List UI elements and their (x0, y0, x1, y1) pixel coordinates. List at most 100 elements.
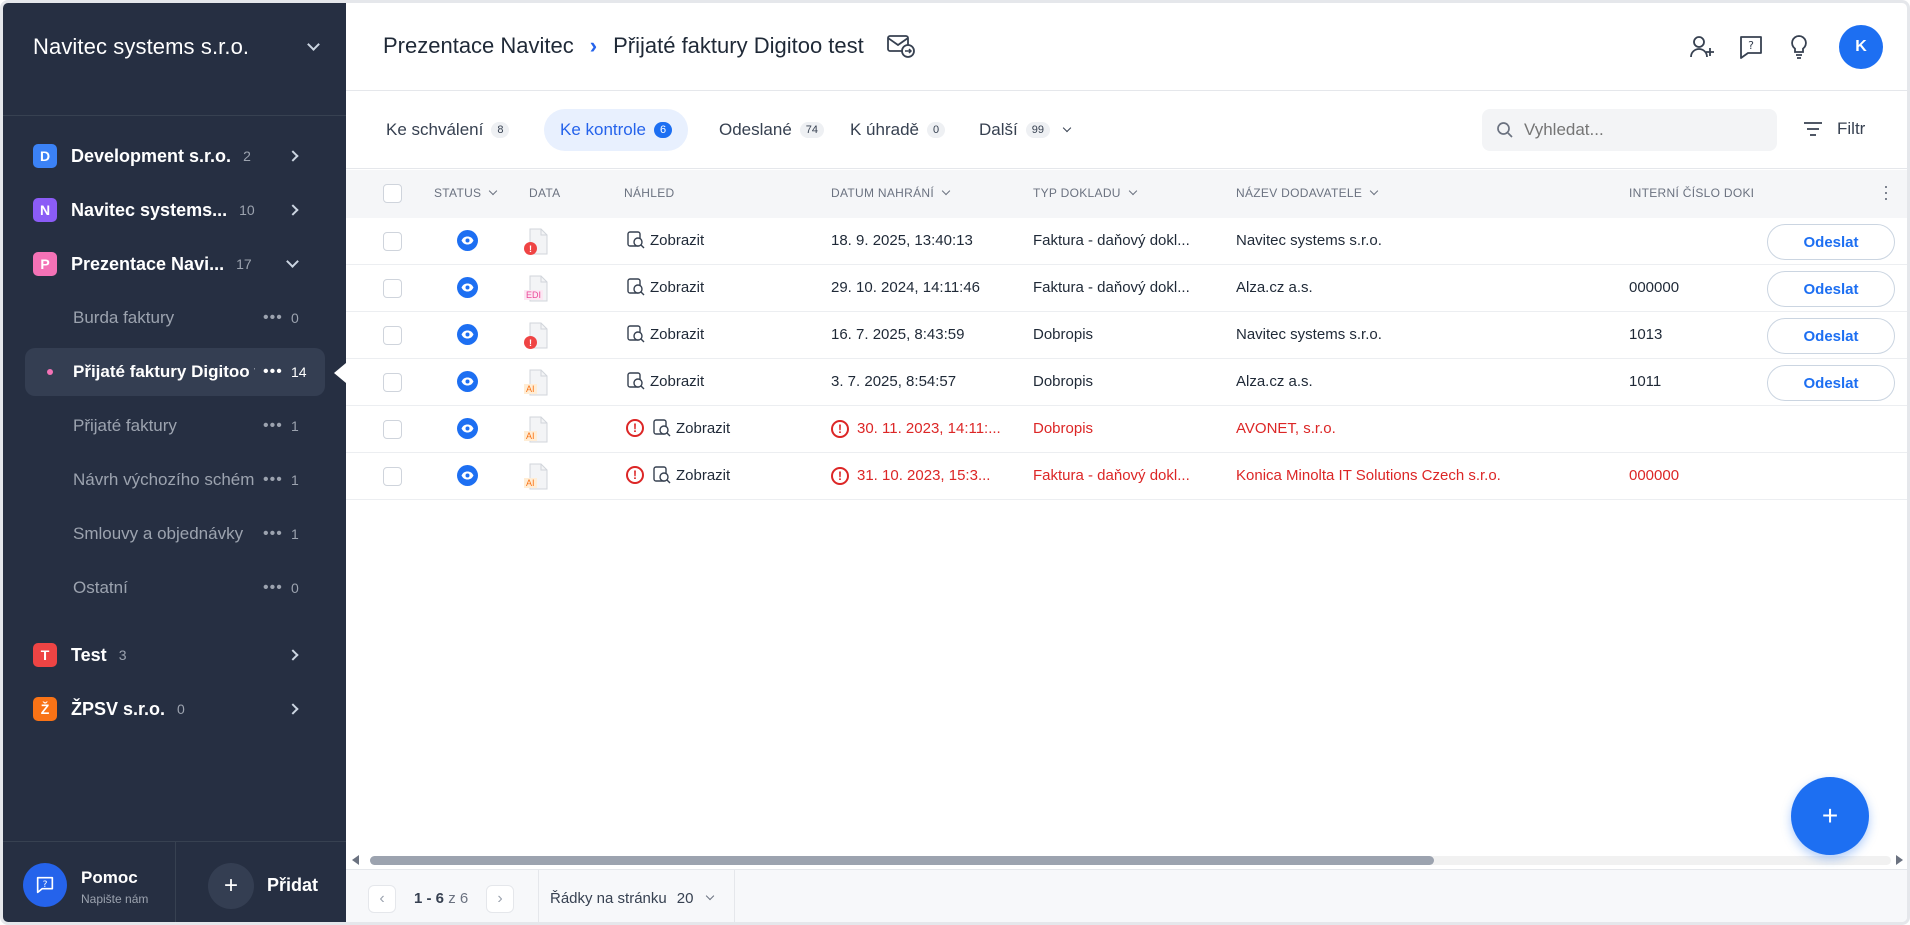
column-options-icon[interactable]: · · · (1883, 177, 1889, 207)
tab-odeslane[interactable]: Odeslané 74 (703, 109, 840, 151)
workspace-item-development[interactable]: D Development s.r.o. 2 (33, 141, 305, 171)
table-row[interactable]: ! Zobrazit 16. 7. 2025, 8:43:59 Dobropis… (346, 312, 1907, 359)
help-button[interactable]: ? (23, 863, 67, 907)
tab-ke-kontrole[interactable]: Ke kontrole 6 (544, 109, 689, 151)
scroll-left-icon[interactable] (352, 855, 359, 865)
eye-icon[interactable] (457, 277, 478, 298)
subitem-count: 1 (291, 472, 299, 488)
column-supplier[interactable]: NÁZEV DODAVATELE (1236, 186, 1379, 200)
workspace-item-zpsv[interactable]: Ž ŽPSV s.r.o. 0 (33, 694, 305, 724)
add-button[interactable]: + (208, 863, 254, 909)
next-page-button[interactable]: › (486, 885, 514, 913)
row-checkbox[interactable] (383, 420, 402, 439)
internal-number-cell: 1011 (1629, 373, 1662, 390)
send-button[interactable]: Odeslat (1767, 271, 1895, 307)
subitem-count: 0 (291, 310, 299, 326)
tab-dalsi[interactable]: Další 99 (963, 109, 1086, 151)
rows-per-page-value: 20 (676, 890, 694, 907)
send-button[interactable]: Odeslat (1767, 224, 1895, 260)
preview-link[interactable]: Zobrazit (626, 277, 704, 297)
column-status[interactable]: STATUS (434, 186, 498, 200)
subitem-count: 0 (291, 580, 299, 596)
sidebar-subitem-active[interactable]: Přijaté faktury Digitoo test ••• 14 (25, 348, 325, 396)
horizontal-scrollbar[interactable] (346, 851, 1907, 869)
sort-icon (489, 186, 498, 196)
tab-ke-schvaleni[interactable]: Ke schválení 8 (370, 109, 525, 151)
eye-icon[interactable] (457, 465, 478, 486)
create-document-fab[interactable]: + (1791, 777, 1869, 855)
sidebar-subitem[interactable]: Burda faktury ••• 0 (25, 294, 325, 342)
rows-per-page-select[interactable]: Řádky na stránku 20 (550, 890, 715, 907)
column-type[interactable]: TYP DOKLADU (1033, 186, 1138, 200)
more-options-icon[interactable]: ••• (263, 417, 283, 435)
tab-label: Ke kontrole (560, 120, 646, 139)
doc-tag: AI (524, 478, 537, 488)
lightbulb-icon[interactable] (1785, 33, 1813, 61)
more-options-icon[interactable]: ••• (263, 363, 283, 381)
workspace-badge: D (33, 144, 57, 168)
column-date[interactable]: DATUM NAHRÁNÍ (831, 186, 951, 200)
help-text[interactable]: Pomoc Napište nám (81, 868, 148, 906)
active-dot-icon (47, 369, 53, 375)
workspace-name: Development s.r.o. (71, 145, 232, 166)
prev-page-button[interactable]: ‹ (368, 885, 396, 913)
sidebar-subitem[interactable]: Smlouvy a objednávky ••• 1 (25, 510, 325, 558)
search-input[interactable] (1524, 120, 1764, 140)
table-row[interactable]: AI Zobrazit 3. 7. 2025, 8:54:57 Dobropis… (346, 359, 1907, 406)
sidebar-subitem[interactable]: Návrh výchozího schéma ••• 1 (25, 456, 325, 504)
workspace-item-prezentace[interactable]: P Prezentace Navi... 17 (33, 249, 305, 279)
select-all-checkbox[interactable] (383, 184, 402, 203)
column-internal-number[interactable]: INTERNÍ ČÍSLO DOKLADU (1629, 186, 1753, 200)
supplier-cell: Alza.cz a.s. (1236, 279, 1313, 296)
user-avatar[interactable]: K (1839, 25, 1883, 69)
row-checkbox[interactable] (383, 279, 402, 298)
add-label[interactable]: Přidat (267, 875, 318, 896)
more-options-icon[interactable]: ••• (263, 579, 283, 597)
subitem-count: 14 (291, 364, 307, 380)
add-user-icon[interactable] (1688, 33, 1716, 61)
supplier-cell: AVONET, s.r.o. (1236, 420, 1336, 437)
preview-link[interactable]: ! Zobrazit (626, 465, 730, 485)
table-row[interactable]: AI ! Zobrazit ! 30. 11. 2023, 14:11:... D… (346, 406, 1907, 453)
more-options-icon[interactable]: ••• (263, 525, 283, 543)
table-row[interactable]: ! Zobrazit 18. 9. 2025, 13:40:13 Faktura… (346, 218, 1907, 265)
row-checkbox[interactable] (383, 373, 402, 392)
preview-link[interactable]: ! Zobrazit (626, 418, 730, 438)
row-checkbox[interactable] (383, 232, 402, 251)
magnify-document-icon (627, 231, 645, 249)
search-box[interactable] (1482, 109, 1777, 151)
supplier-cell: Navitec systems s.r.o. (1236, 326, 1382, 343)
email-forward-icon[interactable] (886, 33, 916, 59)
workspace-item-navitec[interactable]: N Navitec systems... 10 (33, 195, 305, 225)
preview-link[interactable]: Zobrazit (626, 324, 704, 344)
preview-link[interactable]: Zobrazit (626, 371, 704, 391)
help-chat-icon[interactable]: ? (1737, 33, 1765, 61)
filter-button[interactable]: Filtr (1803, 119, 1865, 139)
more-options-icon[interactable]: ••• (263, 471, 283, 489)
preview-link[interactable]: Zobrazit (626, 230, 704, 250)
send-button[interactable]: Odeslat (1767, 318, 1895, 354)
tab-k-uhrade[interactable]: K úhradě 0 (834, 109, 961, 151)
row-checkbox[interactable] (383, 326, 402, 345)
more-options-icon[interactable]: ••• (263, 309, 283, 327)
eye-icon[interactable] (457, 371, 478, 392)
table-row[interactable]: AI ! Zobrazit ! 31. 10. 2023, 15:3... Fak… (346, 453, 1907, 500)
date-cell: 29. 10. 2024, 14:11:46 (831, 279, 1011, 296)
sidebar-subitem[interactable]: Ostatní ••• 0 (25, 564, 325, 612)
breadcrumb-parent[interactable]: Prezentace Navitec (383, 33, 574, 59)
chevron-right-icon (287, 150, 299, 162)
search-icon (1497, 122, 1513, 138)
eye-icon[interactable] (457, 230, 478, 251)
table-row[interactable]: EDI Zobrazit 29. 10. 2024, 14:11:46 Fakt… (346, 265, 1907, 312)
row-checkbox[interactable] (383, 467, 402, 486)
workspace-item-test[interactable]: T Test 3 (33, 640, 305, 670)
sidebar-subitem[interactable]: Přijaté faktury ••• 1 (25, 402, 325, 450)
send-button[interactable]: Odeslat (1767, 365, 1895, 401)
magnify-document-icon (627, 278, 645, 296)
warning-icon: ! (524, 242, 537, 255)
scroll-right-icon[interactable] (1896, 855, 1903, 865)
eye-icon[interactable] (457, 324, 478, 345)
org-switcher[interactable]: Navitec systems s.r.o. (33, 31, 320, 63)
scroll-thumb[interactable] (370, 856, 1434, 865)
eye-icon[interactable] (457, 418, 478, 439)
